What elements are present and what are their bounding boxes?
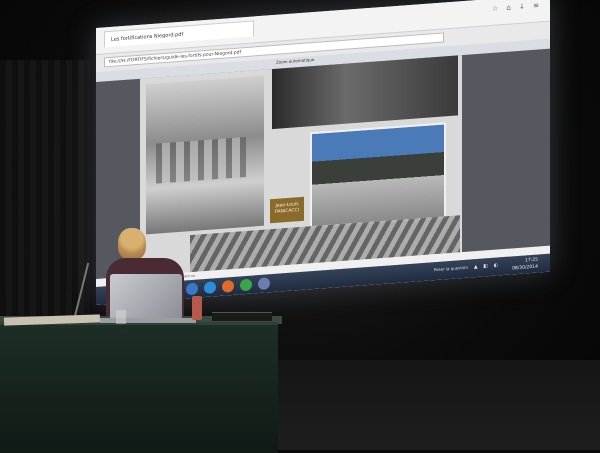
author-box: Jean-Louis PANICACCI — [270, 196, 304, 224]
hill-fort-photo — [310, 122, 446, 229]
presenter-head — [118, 228, 146, 260]
book — [212, 312, 272, 321]
gun-turret-photo — [272, 55, 458, 130]
taskbar-search[interactable]: Poser la question — [434, 265, 468, 273]
clock-date: 08/30/2014 — [512, 264, 538, 272]
laptop-base — [100, 318, 196, 323]
browser-icon[interactable] — [258, 277, 270, 291]
firefox-icon[interactable] — [222, 279, 234, 293]
pdf-page: Jean-Louis PANICACCI — [140, 55, 462, 284]
windows-start-icon[interactable] — [186, 282, 198, 296]
zoom-label[interactable]: Zoom automatique — [276, 57, 314, 65]
bottle — [192, 296, 202, 320]
browser-nav-icons: ☆ ⌂ ↓ ≡ — [491, 1, 542, 13]
taskbar-icons — [186, 277, 270, 296]
fort-photo-bw — [146, 75, 264, 235]
water-glass — [116, 310, 126, 324]
presentation-table — [0, 322, 278, 453]
taskbar-clock: 17:25 08/30/2014 — [512, 257, 538, 273]
system-tray-icons: ▲ ◧ ◐ — [473, 262, 500, 271]
chrome-icon[interactable] — [240, 278, 252, 292]
ie-icon[interactable] — [204, 281, 216, 295]
